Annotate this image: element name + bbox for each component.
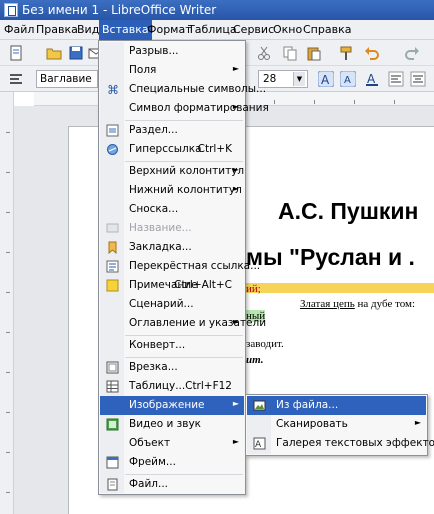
svg-text:A: A (321, 73, 330, 87)
text-chain-underlined: Златая цепь (300, 298, 355, 310)
paragraph-style-value: Ваглавие (40, 73, 92, 85)
bookmark-icon (108, 241, 117, 254)
submenu-arrow-icon: ► (232, 437, 239, 446)
submenu-item-from-file[interactable]: Из файла... (247, 396, 426, 415)
menu-edit[interactable]: Правка (36, 23, 78, 36)
submenu-arrow-icon: ► (232, 317, 239, 326)
menu-window[interactable]: Окно (273, 23, 302, 36)
fontwork-icon: A (253, 437, 266, 450)
menu-item-footnote[interactable]: Сноска... (100, 200, 244, 219)
menu-item-file[interactable]: Файл... (100, 475, 244, 494)
image-submenu: Из файла... Сканировать ► A Галерея текст… (245, 394, 434, 456)
menu-help[interactable]: Справка (303, 23, 351, 36)
submenu-item-scan[interactable]: Сканировать ► (247, 415, 426, 434)
file-icon (107, 478, 118, 491)
menu-item-special-character[interactable]: ⌘ Специальные символы... (100, 80, 266, 99)
svg-text:⌘: ⌘ (107, 83, 119, 96)
menu-view[interactable]: Вид (77, 23, 99, 36)
menu-item-frame[interactable]: Врезка... (100, 358, 244, 377)
menu-item-hyperlink[interactable]: Гиперссылка Ctrl+K (100, 140, 244, 159)
submenu-arrow-icon: ► (232, 102, 239, 111)
styles-icon[interactable] (8, 71, 24, 87)
highlighted-line (246, 283, 434, 293)
svg-text:A: A (344, 75, 351, 86)
hyperlink-icon (107, 144, 118, 155)
submenu-arrow-icon: ► (232, 64, 239, 73)
menu-item-caption: Название... (100, 219, 244, 238)
svg-text:A: A (255, 440, 262, 450)
cut-icon[interactable] (256, 45, 272, 61)
section-icon (106, 124, 119, 137)
text-fragment-chain: Златая цепь на дубе том: (300, 298, 415, 310)
table-icon (106, 380, 119, 393)
text-fragment-zavodit: заводит. (246, 338, 284, 350)
menu-item-cross-reference[interactable]: Перекрёстная ссылка... (100, 257, 260, 276)
submenu-arrow-icon: ► (232, 165, 239, 174)
document-heading: А.С. Пушкин (278, 198, 419, 224)
menu-insert[interactable]: Вставка (99, 20, 152, 40)
text-fragment-bold: ит. (246, 354, 264, 366)
window-title: Без имени 1 - LibreOffice Writer (22, 3, 217, 17)
menu-item-indexes-tables[interactable]: Оглавление и указатели ► (100, 314, 266, 333)
comment-icon (106, 279, 119, 292)
svg-text:A: A (367, 72, 376, 86)
title-bar: Без имени 1 - LibreOffice Writer (0, 0, 434, 20)
menu-item-formatting-mark[interactable]: Символ форматирования ► (100, 99, 269, 118)
frame-icon (106, 361, 119, 374)
grow-font-icon[interactable]: A (318, 71, 334, 87)
media-icon (106, 418, 119, 431)
menu-table[interactable]: Таблица (188, 23, 237, 36)
menu-tools[interactable]: Сервис (233, 23, 274, 36)
text-chain-rest: на дубе том: (354, 298, 416, 310)
copy-icon[interactable] (282, 45, 298, 61)
menu-bar: Файл Правка Вид Вставка Формат Таблица С… (0, 20, 434, 40)
text-fragment-red: ий; (246, 283, 261, 295)
menu-item-break[interactable]: Разрыв... (100, 42, 244, 61)
insert-menu: Разрыв... Поля ► ⌘ Специальные символы...… (98, 40, 269, 495)
paragraph-style-box[interactable]: Ваглавие (36, 70, 98, 88)
menu-item-footer[interactable]: Нижний колонтитул ► (100, 181, 244, 200)
menu-file[interactable]: Файл (4, 23, 34, 36)
submenu-item-fontwork-gallery[interactable]: A Галерея текстовых эффектов... (247, 434, 434, 453)
menu-item-object[interactable]: Объект ► (100, 434, 244, 453)
shrink-font-icon[interactable]: A (340, 71, 356, 87)
new-document-icon[interactable] (8, 45, 24, 61)
chevron-down-icon[interactable]: ▼ (293, 72, 305, 86)
save-icon[interactable] (68, 45, 84, 61)
cross-reference-icon (106, 260, 119, 273)
menu-item-section[interactable]: Раздел... (100, 121, 244, 140)
menu-item-image[interactable]: Изображение ► (100, 396, 244, 415)
redo-icon[interactable] (404, 45, 420, 61)
align-center-icon[interactable] (410, 71, 426, 87)
menu-item-script[interactable]: Сценарий... (100, 295, 244, 314)
vertical-ruler (0, 92, 14, 514)
menu-item-table[interactable]: Таблицу... Ctrl+F12 (100, 377, 244, 396)
submenu-arrow-icon: ► (232, 399, 239, 408)
floating-frame-icon (106, 456, 119, 469)
menu-item-media[interactable]: Видео и звук (100, 415, 244, 434)
document-subheading: мы "Руслан и . (246, 244, 415, 270)
submenu-arrow-icon: ► (232, 184, 239, 193)
menu-item-bookmark[interactable]: Закладка... (100, 238, 244, 257)
caption-icon (106, 223, 119, 233)
undo-icon[interactable] (364, 45, 380, 61)
menu-item-fields[interactable]: Поля ► (100, 61, 244, 80)
omega-icon: ⌘ (107, 83, 119, 96)
clone-formatting-icon[interactable] (338, 45, 354, 61)
font-color-icon[interactable]: A (364, 71, 380, 87)
menu-item-floating-frame[interactable]: Фрейм... (100, 453, 244, 472)
submenu-arrow-icon: ► (414, 418, 421, 427)
menu-item-header[interactable]: Верхний колонтитул ► (100, 162, 244, 181)
libreoffice-writer-icon (4, 3, 18, 17)
menu-item-comment[interactable]: Примечание Ctrl+Alt+C (100, 276, 244, 295)
menu-item-envelope[interactable]: Конверт... (100, 336, 244, 355)
picture-icon (253, 400, 266, 411)
menu-format[interactable]: Формат (147, 23, 192, 36)
open-folder-icon[interactable] (46, 45, 62, 61)
paste-icon[interactable] (306, 45, 322, 61)
align-left-icon[interactable] (388, 71, 404, 87)
